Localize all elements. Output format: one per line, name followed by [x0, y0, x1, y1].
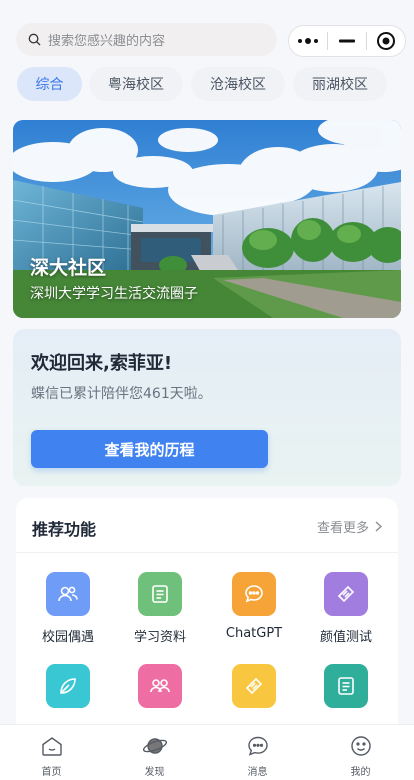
more-button[interactable] [289, 26, 327, 56]
chat-bubble-icon [232, 572, 276, 616]
campus-tabs: 综合 粤海校区 沧海校区 丽湖校区 [0, 67, 414, 101]
people-icon [46, 572, 90, 616]
search-placeholder: 搜索您感兴趣的内容 [48, 34, 166, 49]
recommend-card: 推荐功能 查看更多 校园偶遇 学习资料 ChatGPT 颜值测试 [16, 498, 398, 738]
banner-title: 深大社区 [30, 257, 107, 279]
recommend-divider [16, 552, 398, 553]
tab-general[interactable]: 综合 [17, 67, 82, 101]
tab-lihu-campus[interactable]: 丽湖校区 [293, 67, 387, 101]
func-label: 颜值测试 [319, 630, 372, 645]
ticket-icon [324, 572, 368, 616]
close-button[interactable] [367, 26, 405, 56]
nav-messages[interactable]: 消息 [206, 725, 309, 780]
tab-yuehai-campus[interactable]: 粤海校区 [89, 67, 183, 101]
chevron-right-icon [375, 521, 382, 532]
group-icon [138, 664, 182, 708]
welcome-card: 欢迎回来,索菲亚! 蝶信已累计陪伴您461天啦。 查看我的历程 [13, 329, 401, 486]
func-label: 校园偶遇 [41, 630, 94, 645]
tab-canghai-campus[interactable]: 沧海校区 [191, 67, 285, 101]
recommend-title: 推荐功能 [32, 520, 97, 539]
nav-profile[interactable]: 我的 [309, 725, 412, 780]
planet-icon [142, 738, 167, 754]
view-more-label: 查看更多 [316, 521, 369, 536]
smile-icon [350, 736, 371, 756]
miniprogram-capsule [288, 25, 406, 57]
leaf-icon [46, 664, 90, 708]
nav-label: 我的 [350, 767, 371, 778]
func-label: 学习资料 [133, 630, 186, 645]
document-icon [138, 572, 182, 616]
nav-label: 发现 [144, 767, 165, 778]
banner-subtitle: 深圳大学学习生活交流圈子 [30, 286, 198, 302]
func-chatgpt[interactable]: ChatGPT [209, 572, 299, 652]
func-campus-encounter[interactable]: 校园偶遇 [23, 572, 113, 652]
document-icon [324, 664, 368, 708]
welcome-subtitle: 蝶信已累计陪伴您461天啦。 [31, 386, 212, 402]
func-study-materials[interactable]: 学习资料 [115, 572, 205, 652]
ticket-icon [232, 664, 276, 708]
bottom-nav: 首页 发现 消息 我的 [0, 724, 414, 780]
nav-label: 首页 [41, 767, 62, 778]
home-icon [41, 737, 62, 756]
target-close-icon [377, 32, 395, 50]
more-dots-icon [298, 38, 318, 44]
func-looks-test[interactable]: 颜值测试 [301, 572, 391, 652]
minimize-button[interactable] [328, 26, 366, 56]
welcome-title: 欢迎回来,索菲亚! [31, 353, 173, 374]
search-bar[interactable]: 搜索您感兴趣的内容 [16, 23, 277, 56]
search-icon [28, 33, 41, 46]
func-label: ChatGPT [225, 626, 283, 641]
view-more-link[interactable]: 查看更多 [317, 517, 382, 536]
top-bar: 搜索您感兴趣的内容 [0, 0, 414, 60]
minimize-icon [339, 39, 355, 43]
message-icon [247, 736, 268, 756]
nav-home[interactable]: 首页 [0, 725, 103, 780]
nav-label: 消息 [247, 767, 268, 778]
view-history-button[interactable]: 查看我的历程 [31, 430, 268, 468]
nav-discover[interactable]: 发现 [103, 725, 206, 780]
